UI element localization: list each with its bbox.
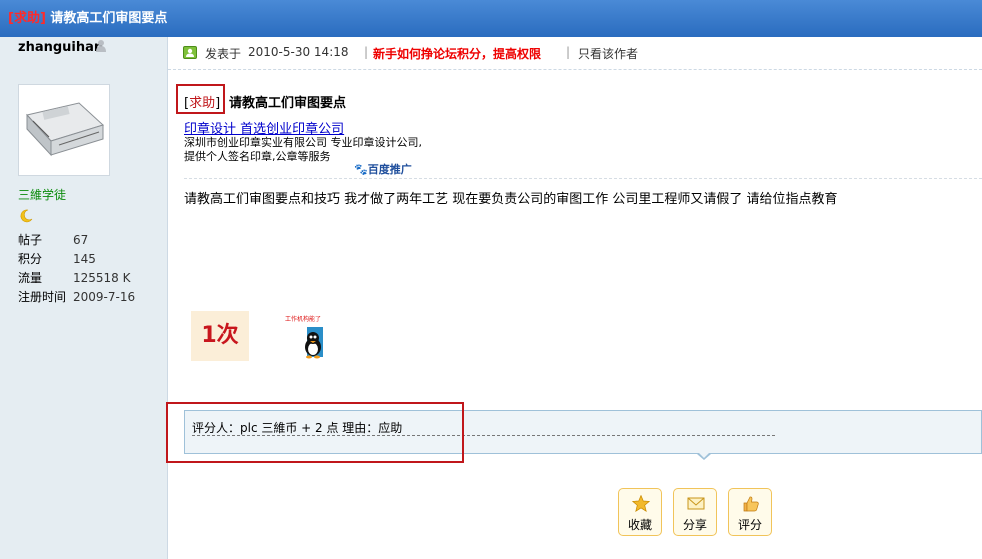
moon-level-icon	[20, 209, 33, 223]
cartoon-image: 工作机构能了	[283, 311, 329, 361]
share-button[interactable]: 分享	[673, 488, 717, 536]
stat-label: 流量	[18, 271, 43, 285]
promo-link[interactable]: 新手如何挣论坛积分，提高权限	[373, 45, 541, 62]
post-status-icon	[183, 46, 197, 59]
post-meta-bar: 发表于 2010-5-30 14:18 | 新手如何挣论坛积分，提高权限 | 只…	[168, 37, 982, 70]
divider	[184, 178, 982, 179]
stat-row-posts: 帖子 67	[18, 231, 158, 250]
cartoon-caption: 工作机构能了	[285, 315, 321, 323]
favorite-label: 收藏	[627, 518, 652, 532]
stat-value: 2009-7-16	[73, 290, 136, 304]
paw-icon: 🐾	[354, 163, 368, 176]
posted-label: 发表于	[205, 47, 242, 61]
thumbs-up-icon	[743, 496, 759, 512]
stat-label: 注册时间	[18, 290, 67, 304]
avatar-image	[19, 85, 109, 175]
user-rank: 三維学徒	[18, 188, 67, 202]
tag-bracket-close: ]	[215, 96, 221, 111]
stat-label: 帖子	[18, 233, 43, 247]
ad-description[interactable]: 深圳市创业印章实业有限公司 专业印章设计公司,提供个人签名印章,公章等服务	[184, 136, 424, 164]
baidu-promo-logo[interactable]: 🐾百度推广	[354, 161, 412, 177]
separator: |	[566, 45, 571, 59]
envelope-icon	[687, 497, 705, 510]
rate-label: 评分	[737, 518, 762, 532]
post-tag: [求助]	[184, 92, 220, 111]
thread-tag: [求助]	[8, 11, 46, 26]
stat-row-register-date: 注册时间 2009-7-16	[18, 288, 158, 307]
avatar[interactable]	[18, 84, 110, 176]
stat-label: 积分	[18, 252, 43, 266]
only-author-link[interactable]: 只看该作者	[578, 45, 638, 62]
stat-value: 145	[73, 252, 96, 266]
separator: |	[364, 45, 369, 59]
stat-row-points: 积分 145	[18, 250, 158, 269]
user-stats: 帖子 67 积分 145 流量 125518 K 注册时间 2009-7-16	[18, 231, 158, 307]
user-sidebar: zhanguihan 三維学徒 帖子 67 积分 145 流量 125518 K	[0, 37, 168, 559]
baidu-promo-text: 百度推广	[367, 163, 412, 176]
posted-time: 2010-5-30 14:18	[248, 45, 349, 59]
favorite-button[interactable]: 收藏	[618, 488, 662, 536]
rating-highlight-box	[166, 402, 464, 463]
post-title: 请教高工们审图要点	[229, 96, 347, 111]
stat-row-traffic: 流量 125518 K	[18, 269, 158, 288]
rate-button[interactable]: 评分	[728, 488, 772, 536]
username[interactable]: zhanguihan	[18, 40, 103, 55]
tag-text: 求助	[189, 96, 216, 111]
rating-pointer-inner	[699, 453, 709, 458]
stat-value: 125518 K	[73, 271, 131, 285]
ad-link[interactable]: 印章设计 首选创业印章公司	[184, 118, 344, 137]
share-label: 分享	[682, 518, 707, 532]
thread-title: 请教高工们审图要点	[50, 11, 168, 26]
user-offline-icon	[96, 40, 106, 52]
star-icon	[632, 495, 650, 512]
sign-image-once: 1次	[191, 311, 249, 361]
thread-title-bar: [求助] 请教高工们审图要点	[0, 0, 982, 37]
stat-value: 67	[73, 233, 89, 247]
post-body: 请教高工们审图要点和技巧 我才做了两年工艺 现在要负责公司的审图工作 公司里工程…	[184, 192, 838, 207]
cartoon-graphic: 工作机构能了	[285, 315, 323, 359]
